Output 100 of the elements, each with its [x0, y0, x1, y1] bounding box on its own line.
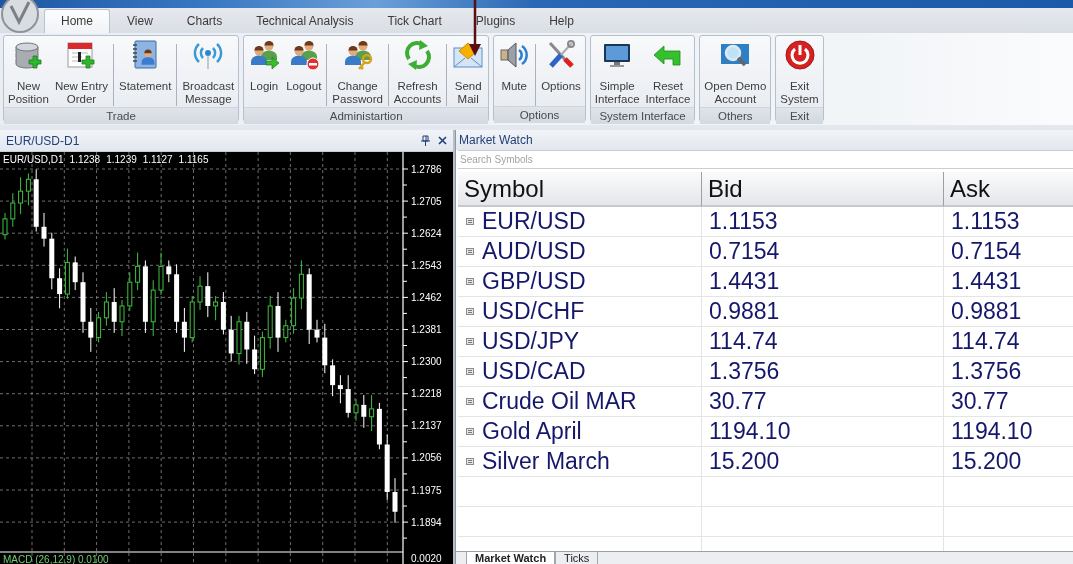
- panel-tab[interactable]: Market Watch: [466, 552, 556, 564]
- candle: [111, 287, 117, 334]
- ribbon-button[interactable]: Logout: [283, 38, 325, 94]
- speaker-icon: [498, 39, 531, 71]
- price-label: 1.2543: [411, 259, 442, 271]
- table-cell: 1194.10: [701, 417, 943, 447]
- table-cell: 1.3756: [701, 357, 943, 387]
- column-header[interactable]: Symbol: [458, 172, 701, 207]
- ribbon-button[interactable]: Reset Interface: [642, 38, 694, 107]
- table-cell: 1.3756: [943, 357, 1073, 387]
- table-cell: 1194.10: [943, 417, 1073, 447]
- ribbon-button[interactable]: Statement: [115, 38, 175, 94]
- table-cell: Gold April: [482, 418, 582, 445]
- ribbon-button[interactable]: Mute: [495, 38, 534, 94]
- symbol-icon: [466, 338, 474, 345]
- price-label: 1.2624: [411, 227, 442, 239]
- search-field[interactable]: Search Symbols: [458, 150, 1073, 169]
- logo-icon[interactable]: [0, 0, 40, 34]
- candle: [10, 192, 16, 228]
- table-cell: 114.74: [943, 327, 1073, 357]
- price-label: 1.2300: [411, 356, 442, 368]
- table-cell: 0.7154: [943, 237, 1073, 267]
- candle: [41, 212, 47, 248]
- ribbon-tab[interactable]: Tick Chart: [370, 9, 459, 33]
- symbol-icon: [466, 308, 474, 315]
- candle: [119, 299, 125, 337]
- table-cell: Silver March: [482, 448, 610, 475]
- candle: [189, 295, 195, 343]
- candle: [384, 434, 390, 501]
- table-cell: 1.4431: [943, 267, 1073, 297]
- ribbon-tab[interactable]: Plugins: [458, 9, 533, 33]
- close-icon[interactable]: [438, 136, 447, 145]
- candle: [150, 279, 156, 337]
- candle: [72, 255, 78, 291]
- column-header[interactable]: Ask: [943, 172, 1073, 207]
- symbol-icon: [466, 398, 474, 405]
- table-cell: 1.1153: [701, 207, 943, 237]
- symbol-icon: [466, 218, 474, 225]
- table-cell: Crude Oil MAR: [482, 388, 637, 415]
- table-cell: 114.74: [701, 327, 943, 357]
- ribbon-button[interactable]: Simple Interface: [591, 38, 643, 107]
- price-label: 1.2786: [411, 163, 442, 175]
- ribbon-button[interactable]: Open Demo Account: [701, 38, 770, 107]
- ribbon-button[interactable]: Options: [538, 38, 584, 94]
- pin-icon[interactable]: [421, 135, 430, 146]
- candle: [49, 232, 55, 290]
- ribbon-tab[interactable]: Technical Analysis: [239, 9, 371, 33]
- candle: [275, 291, 281, 353]
- price-label: 1.2462: [411, 291, 442, 303]
- panel-title: Market Watch: [456, 130, 1073, 150]
- ribbon-button[interactable]: New Position: [5, 38, 52, 107]
- panel-tab[interactable]: Ticks: [555, 552, 599, 564]
- table-cell: 15.200: [943, 447, 1073, 477]
- table-cell: 30.77: [943, 387, 1073, 417]
- candle: [205, 271, 211, 318]
- group-label: Others: [700, 107, 771, 124]
- column-header[interactable]: Bid: [701, 172, 943, 207]
- chart-info-text: 1.1239: [106, 154, 137, 165]
- symbol-icon: [466, 428, 474, 435]
- symbol-icon: [466, 248, 474, 255]
- candle: [80, 271, 86, 334]
- table-cell: 1.4431: [701, 267, 943, 297]
- ribbon-tab[interactable]: Home: [44, 9, 110, 33]
- symbol-icon: [466, 458, 474, 465]
- group-label: Exit: [776, 107, 823, 124]
- price-label: 1.1975: [411, 484, 442, 496]
- ribbon-button[interactable]: Exit System: [777, 38, 822, 107]
- indicator-level-label: 0.0020: [411, 553, 442, 564]
- table-cell: USD/JPY: [482, 328, 580, 355]
- candle: [158, 252, 164, 296]
- ribbon-tab[interactable]: View: [110, 9, 170, 33]
- candle: [33, 168, 39, 233]
- candle: [322, 323, 328, 374]
- candle: [127, 271, 133, 312]
- table-cell: 0.7154: [701, 237, 943, 267]
- price-label: 1.1894: [411, 516, 442, 528]
- ribbon-button[interactable]: New Entry Order: [51, 38, 111, 107]
- table-cell: 0.9881: [701, 297, 943, 327]
- chart-info-text: 1.1238: [69, 154, 101, 165]
- table-cell: 30.77: [701, 387, 943, 417]
- group-label: Options: [494, 106, 585, 123]
- symbol-icon: [466, 368, 474, 375]
- ribbon-tab[interactable]: Help: [532, 9, 591, 33]
- candle: [353, 398, 359, 422]
- candle: [197, 275, 203, 311]
- candle: [361, 394, 367, 429]
- candle: [88, 307, 94, 353]
- ribbon-button[interactable]: Broadcast Message: [179, 38, 238, 107]
- database-plus-icon: [12, 39, 45, 71]
- ribbon-button[interactable]: Change Password: [329, 38, 386, 107]
- price-label: 1.2137: [411, 420, 442, 432]
- power-icon: [783, 39, 816, 71]
- table-cell: GBP/USD: [482, 268, 586, 295]
- ribbon-button[interactable]: Refresh Accounts: [390, 38, 445, 107]
- ribbon-button[interactable]: Login: [245, 38, 284, 94]
- ribbon-tab[interactable]: Charts: [169, 9, 240, 33]
- candle: [267, 295, 273, 350]
- table-cell: 1.1153: [943, 207, 1073, 237]
- table-cell: EUR/USD: [482, 208, 586, 235]
- candle: [392, 477, 398, 524]
